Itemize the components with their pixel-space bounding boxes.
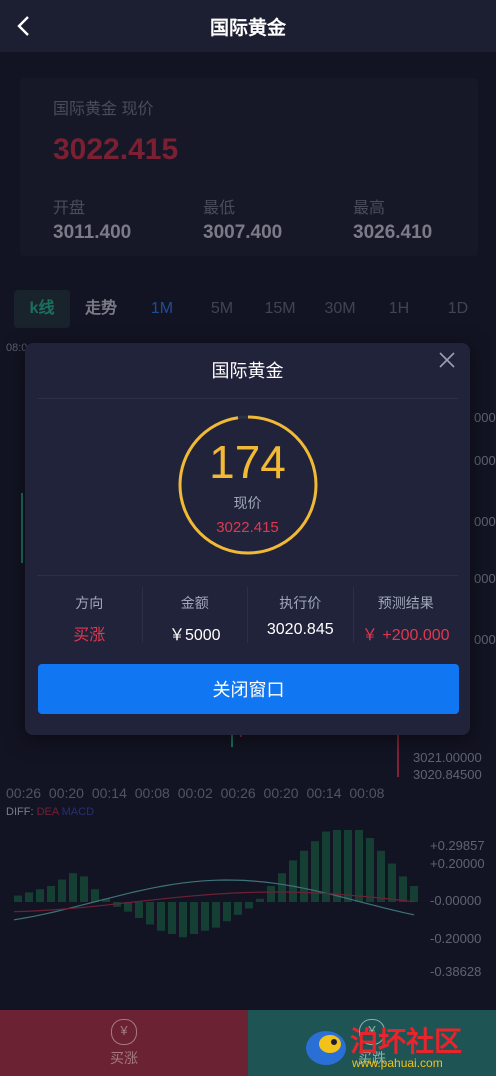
direction-cell: 方向 买涨: [37, 587, 143, 644]
strike-value: 3020.845: [266, 621, 334, 638]
ring-price-value: 3022.415: [216, 519, 279, 536]
chevron-left-icon: [17, 16, 29, 36]
amount-value: ￥5000: [168, 627, 221, 644]
direction-label: 方向: [75, 595, 104, 611]
order-result-modal: 国际黄金 174 现价 3022.415 方向 买涨 金额 ￥5000 执行价 …: [25, 343, 470, 735]
yen-icon: ¥: [111, 1018, 137, 1045]
strike-label: 执行价: [279, 595, 322, 611]
divider: [37, 575, 458, 576]
result-cell: 预测结果 ￥ +200.000: [354, 587, 459, 644]
ring-price-label: 现价: [233, 495, 262, 511]
result-value: ￥ +200.000: [361, 627, 450, 644]
close-window-button[interactable]: 关闭窗口: [38, 664, 459, 714]
close-icon: [439, 352, 455, 368]
watermark-url: www.pahuai.com: [352, 1056, 443, 1070]
watermark-logo: 泊坏社区 www.pahuai.com: [300, 1016, 496, 1076]
divider: [37, 398, 458, 399]
watermark-text: 泊坏社区: [350, 1025, 463, 1058]
direction-value: 买涨: [73, 627, 106, 644]
buy-up-label: 买涨: [110, 1049, 138, 1066]
header-bar: 国际黄金: [0, 0, 496, 52]
order-info-grid: 方向 买涨 金额 ￥5000 执行价 3020.845 预测结果 ￥ +200.…: [37, 587, 459, 644]
modal-title: 国际黄金: [211, 361, 284, 381]
page-title: 国际黄金: [209, 17, 286, 39]
fish-logo-icon: [306, 1031, 346, 1065]
close-modal-button[interactable]: [434, 347, 460, 373]
buy-up-button[interactable]: ¥ 买涨: [0, 1010, 248, 1076]
countdown-value: 174: [209, 436, 286, 488]
back-button[interactable]: [10, 12, 38, 40]
amount-cell: 金额 ￥5000: [143, 587, 248, 644]
strike-cell: 执行价 3020.845: [248, 587, 354, 643]
amount-label: 金额: [180, 595, 209, 611]
result-label: 预测结果: [377, 595, 434, 611]
